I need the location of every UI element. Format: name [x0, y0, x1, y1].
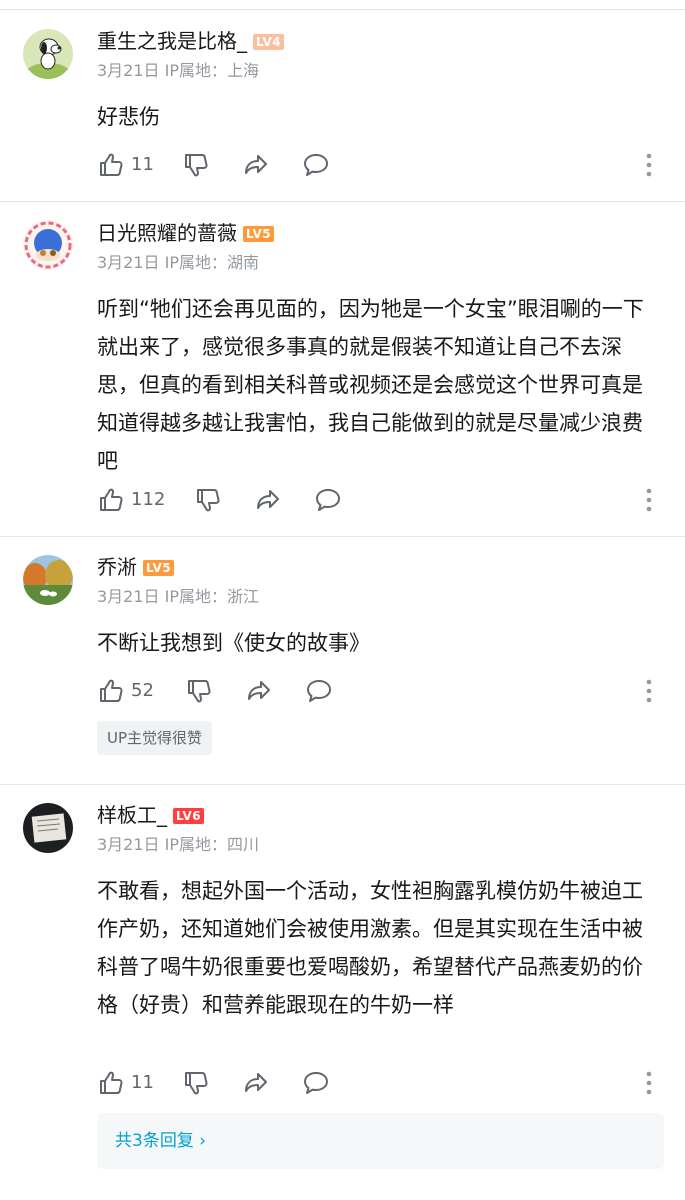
thumbs-down-icon [185, 154, 208, 177]
view-replies-link[interactable]: 共3条回复 › [115, 1113, 206, 1169]
avatar[interactable] [23, 29, 73, 79]
level-badge: LV5 [243, 226, 275, 242]
level-badge: LV4 [253, 34, 285, 50]
thumbs-up-icon [100, 488, 123, 511]
top-divider [0, 9, 685, 10]
share-button[interactable] [242, 150, 270, 180]
share-button[interactable] [242, 1068, 270, 1098]
reply-button[interactable] [302, 1068, 330, 1098]
username[interactable]: 样板工_ LV6 [97, 802, 205, 828]
comment-text: 好悲伤 [97, 105, 160, 129]
share-icon [245, 1073, 267, 1092]
more-dots-icon[interactable] [645, 678, 653, 704]
share-icon [245, 155, 267, 174]
replies-panel: 共3条回复 › [97, 1113, 664, 1169]
share-button[interactable] [254, 485, 282, 515]
like-button[interactable]: 112 [97, 485, 165, 515]
level-badge: LV6 [173, 808, 205, 824]
comment-meta: 3月21日 IP属地：上海 [97, 61, 259, 80]
like-count: 11 [131, 1072, 154, 1093]
share-icon [248, 681, 270, 700]
thumbs-down-icon [197, 489, 220, 512]
like-button[interactable]: 11 [97, 1068, 154, 1098]
reply-button[interactable] [302, 150, 330, 180]
comment-actions: 112 [97, 485, 667, 515]
reply-button[interactable] [314, 485, 342, 515]
comment-list: 重生之我是比格_ LV4 3月21日 IP属地：上海 好悲伤 11 日光照耀的蔷… [0, 0, 685, 1200]
comment-actions: 11 [97, 150, 667, 180]
share-icon [257, 490, 279, 509]
comment-bubble-icon [304, 1072, 328, 1094]
comment-text: 不断让我想到《使女的故事》 [97, 631, 370, 655]
divider [0, 784, 685, 785]
comment-meta: 3月21日 IP属地：浙江 [97, 587, 259, 606]
comment-text: 不敢看，想起外国一个活动，女性袒胸露乳模仿奶牛被迫工作产奶，还知道她们会被使用激… [97, 879, 643, 1017]
username[interactable]: 日光照耀的蔷薇 LV5 [97, 220, 275, 246]
comment-meta: 3月21日 IP属地：四川 [97, 835, 259, 854]
level-badge: LV5 [143, 560, 175, 576]
comment-actions: 11 [97, 1068, 667, 1098]
comment-actions: 52 [97, 676, 667, 706]
like-button[interactable]: 11 [97, 150, 154, 180]
dislike-button[interactable] [194, 485, 222, 515]
avatar[interactable] [23, 220, 73, 270]
thumbs-up-icon [100, 1071, 123, 1094]
share-button[interactable] [245, 676, 273, 706]
dislike-button[interactable] [185, 676, 213, 706]
up-liked-badge: UP主觉得很赞 [97, 721, 213, 755]
like-count: 112 [131, 489, 166, 510]
thumbs-down-icon [188, 680, 211, 703]
dislike-button[interactable] [182, 150, 210, 180]
username[interactable]: 重生之我是比格_ LV4 [97, 28, 285, 54]
comment-text: 听到“牠们还会再见面的，因为牠是一个女宝”眼泪唰的一下就出来了，感觉很多事真的就… [97, 297, 644, 473]
more-dots-icon[interactable] [645, 1070, 653, 1096]
avatar[interactable] [23, 555, 73, 605]
like-count: 11 [131, 154, 154, 175]
comment-bubble-icon [304, 154, 328, 176]
divider [0, 201, 685, 202]
avatar[interactable] [23, 803, 73, 853]
thumbs-down-icon [185, 1072, 208, 1095]
thumbs-up-icon [100, 153, 123, 176]
divider [0, 536, 685, 537]
more-dots-icon[interactable] [645, 487, 653, 513]
like-button[interactable]: 52 [97, 676, 154, 706]
comment-meta: 3月21日 IP属地：湖南 [97, 253, 259, 272]
more-dots-icon[interactable] [645, 152, 653, 178]
username[interactable]: 乔淅 LV5 [97, 554, 175, 580]
reply-button[interactable] [305, 676, 333, 706]
dislike-button[interactable] [182, 1068, 210, 1098]
thumbs-up-icon [100, 679, 123, 702]
like-count: 52 [131, 680, 154, 701]
comment-bubble-icon [316, 489, 340, 511]
comment-bubble-icon [307, 680, 331, 702]
